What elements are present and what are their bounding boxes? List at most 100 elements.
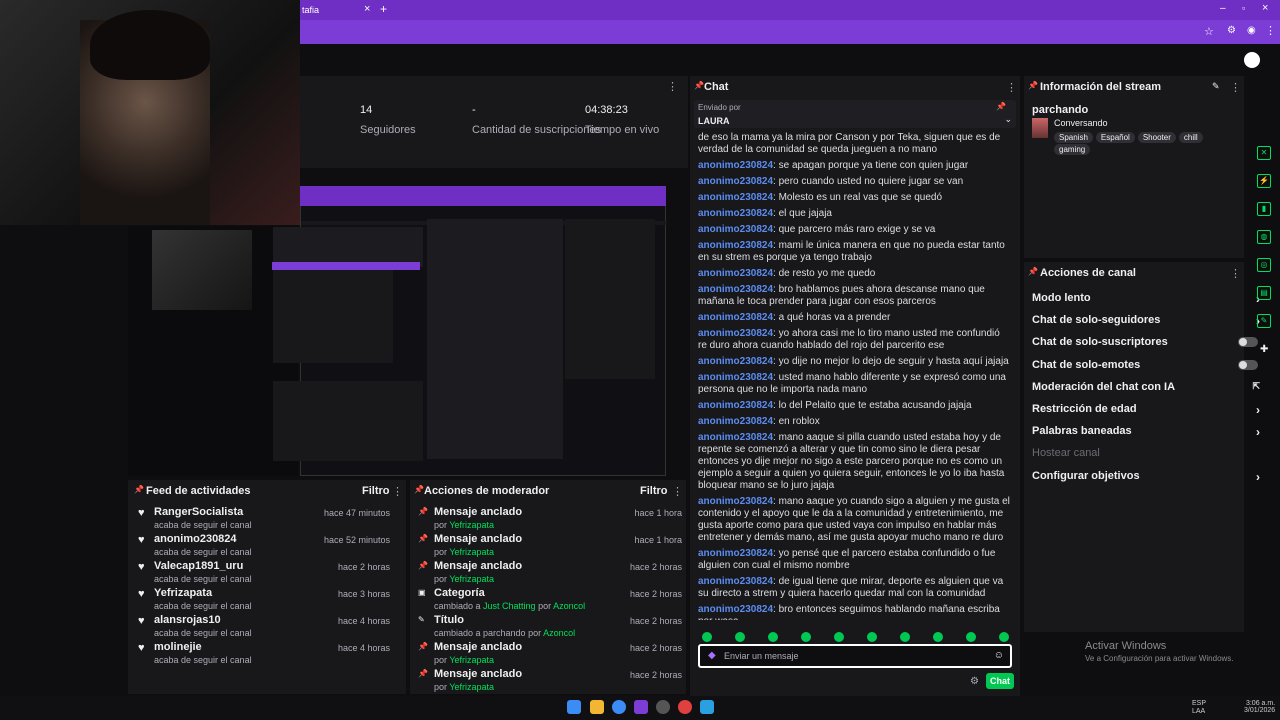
emote-icon[interactable] [867, 632, 877, 642]
chat-message[interactable]: anonimo230824: mano aaque yo cuando sigo… [698, 496, 1010, 544]
quick-action-icon[interactable]: ✕ [1257, 146, 1271, 160]
add-action-icon[interactable]: ✚ [1260, 344, 1268, 355]
chat-message[interactable]: anonimo230824: yo pensé que el parcero e… [698, 548, 1010, 572]
menu-icon[interactable]: ⋮ [1265, 24, 1276, 37]
chat-username[interactable]: anonimo230824 [698, 224, 773, 235]
channel-action-item[interactable]: Chat de solo-seguidores › [1032, 314, 1264, 328]
tag[interactable]: Spanish [1054, 132, 1093, 143]
pinned-message[interactable]: Enviado por LAURA 📌 ⌄ [694, 100, 1016, 128]
pin-icon[interactable]: 📌 [134, 485, 144, 494]
chat-username[interactable]: anonimo230824 [698, 432, 773, 443]
pin-icon[interactable]: 📌 [414, 485, 424, 494]
chat-message[interactable]: anonimo230824: en roblox [698, 416, 1010, 428]
chat-username[interactable]: anonimo230824 [698, 604, 773, 615]
chat-username[interactable]: anonimo230824 [698, 312, 773, 323]
chat-message[interactable]: anonimo230824: el que jajaja [698, 208, 1010, 220]
more-icon[interactable]: ⋮ [1230, 81, 1241, 94]
avatar[interactable] [1244, 52, 1260, 68]
star-icon[interactable]: ☆ [1204, 25, 1214, 38]
pin-icon[interactable]: 📌 [1028, 267, 1038, 276]
tag[interactable]: Shooter [1137, 132, 1176, 143]
chat-message[interactable]: anonimo230824: de resto yo me quedo [698, 268, 1010, 280]
quick-action-icon[interactable]: ▤ [1257, 286, 1271, 300]
edit-icon[interactable]: ✎ [1212, 81, 1220, 92]
chat-username[interactable]: anonimo230824 [698, 416, 773, 427]
list-item[interactable]: ♥ RangerSocialista acaba de seguir el ca… [138, 506, 398, 530]
chat-username[interactable]: anonimo230824 [698, 240, 773, 251]
close-tab-icon[interactable]: × [364, 3, 370, 15]
unpin-icon[interactable]: 📌 [996, 102, 1006, 111]
chat-message[interactable]: anonimo230824: de igual tiene que mirar,… [698, 576, 1010, 600]
chat-message[interactable]: anonimo230824: se apagan porque ya tiene… [698, 160, 1010, 172]
more-icon[interactable]: ⋮ [672, 485, 683, 498]
chat-message[interactable]: anonimo230824: pero cuando usted no quie… [698, 176, 1010, 188]
browser-tab[interactable]: tafia [302, 5, 319, 15]
emote-icon[interactable] [966, 632, 976, 642]
channel-action-item[interactable]: Palabras baneadas › [1032, 425, 1264, 439]
chat-message[interactable]: anonimo230824: Molesto es un real vas qu… [698, 192, 1010, 204]
chat-send-button[interactable]: Chat [986, 673, 1014, 689]
bits-icon[interactable]: ◆ [708, 650, 716, 661]
tag[interactable]: Español [1095, 132, 1135, 143]
emote-icon[interactable] [768, 632, 778, 642]
list-item[interactable]: 📌 Mensaje anclado por Yefrizapata hace 2… [418, 641, 682, 665]
list-item[interactable]: ♥ molinejie acaba de seguir el canal hac… [138, 641, 398, 665]
channel-action-item[interactable]: Modo lento › [1032, 292, 1264, 306]
emote-picker-icon[interactable]: ☺ [994, 650, 1004, 661]
chat-username[interactable]: anonimo230824 [698, 496, 773, 507]
channel-action-item[interactable]: Chat de solo-suscriptores [1032, 336, 1264, 348]
chat-input[interactable]: ◆ Enviar un mensaje ☺ [698, 644, 1012, 668]
chat-username[interactable]: anonimo230824 [698, 548, 773, 559]
toggle-switch[interactable] [1238, 337, 1258, 348]
chat-message[interactable]: anonimo230824: mano aaque si pilla cuand… [698, 432, 1010, 492]
window-close-icon[interactable]: × [1262, 2, 1268, 14]
list-item[interactable]: ♥ Yefrizapata acaba de seguir el canal h… [138, 587, 398, 611]
emote-icon[interactable] [900, 632, 910, 642]
chat-message[interactable]: anonimo230824: bro entonces seguimos hab… [698, 604, 1010, 620]
chat-username[interactable]: anonimo230824 [698, 208, 773, 219]
list-item[interactable]: ✎ Título cambiado a parchando por Azonco… [418, 614, 682, 638]
chat-username[interactable]: anonimo230824 [698, 176, 773, 187]
list-item[interactable]: ▣ Categoría cambiado a Just Chatting por… [418, 587, 682, 611]
chat-username[interactable]: anonimo230824 [698, 328, 773, 339]
chat-message[interactable]: anonimo230824: que parcero más raro exig… [698, 224, 1010, 236]
more-icon[interactable]: ⋮ [1006, 81, 1017, 94]
chat-message[interactable]: anonimo230824: lo del Pelaito que te est… [698, 400, 1010, 412]
category-name[interactable]: Conversando [1054, 118, 1108, 128]
chat-message[interactable]: anonimo230824: bro hablamos pues ahora d… [698, 284, 1010, 308]
minimize-icon[interactable]: – [1220, 3, 1226, 14]
emote-icon[interactable] [801, 632, 811, 642]
chat-message[interactable]: anonimo230824: yo ahora casi me lo tiro … [698, 328, 1010, 352]
channel-action-item[interactable]: Hostear canal [1032, 447, 1264, 459]
obs-icon[interactable] [634, 700, 648, 714]
tag[interactable]: chill [1178, 132, 1203, 143]
list-item[interactable]: ♥ alansrojas10 acaba de seguir el canal … [138, 614, 398, 638]
channel-action-item[interactable]: Chat de solo-emotes [1032, 359, 1264, 371]
extension-icon[interactable]: ⚙ [1227, 25, 1236, 36]
emote-icon[interactable] [933, 632, 943, 642]
maximize-icon[interactable]: ▫ [1242, 3, 1245, 13]
quick-action-icon[interactable]: ⚡ [1257, 174, 1271, 188]
chat-username[interactable]: anonimo230824 [698, 268, 773, 279]
app-icon[interactable] [656, 700, 670, 714]
chevron-down-icon[interactable]: ⌄ [1004, 114, 1012, 125]
chat-message[interactable]: anonimo230824: a qué horas va a prender [698, 312, 1010, 324]
chat-message[interactable]: anonimo230824: yo dije no mejor lo dejo … [698, 356, 1010, 368]
quick-action-icon[interactable]: ◍ [1257, 230, 1271, 244]
telegram-icon[interactable] [700, 700, 714, 714]
settings-gear-icon[interactable]: ⚙ [970, 676, 979, 687]
toggle-switch[interactable] [1238, 359, 1258, 370]
list-item[interactable]: ♥ anonimo230824 acaba de seguir el canal… [138, 533, 398, 557]
profile-icon[interactable]: ◉ [1247, 25, 1256, 36]
language-indicator[interactable]: ESP LAA [1192, 700, 1206, 716]
pin-icon[interactable]: 📌 [1028, 81, 1038, 90]
folder-icon[interactable] [590, 700, 604, 714]
chat-username[interactable]: anonimo230824 [698, 192, 773, 203]
list-item[interactable]: 📌 Mensaje anclado por Yefrizapata hace 1… [418, 506, 682, 530]
more-icon[interactable]: ⋮ [1230, 267, 1241, 280]
chat-message[interactable]: anonimo230824: mami le única manera en q… [698, 240, 1010, 264]
pin-icon[interactable]: 📌 [694, 81, 704, 90]
chat-username[interactable]: anonimo230824 [698, 160, 773, 171]
emote-icon[interactable] [735, 632, 745, 642]
list-item[interactable]: 📌 Mensaje anclado por Yefrizapata hace 2… [418, 668, 682, 692]
